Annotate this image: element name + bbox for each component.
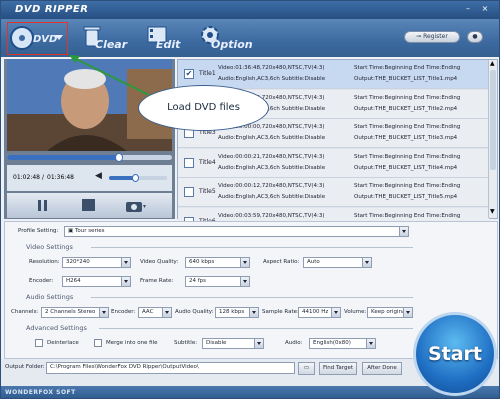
channels-select[interactable]: 2 Channels Stereo bbox=[41, 307, 109, 318]
deinterlace-label: Deinterlace bbox=[47, 340, 79, 346]
resolution-select[interactable]: 320*240 bbox=[62, 257, 131, 268]
video-settings-heading: Video Settings bbox=[26, 243, 73, 251]
encoder-select[interactable]: H264 bbox=[62, 276, 131, 287]
resolution-label: Resolution: bbox=[29, 259, 60, 265]
video-quality-select[interactable]: 640 kbps bbox=[185, 257, 250, 268]
audio-quality-label: Audio Quality: bbox=[175, 309, 214, 315]
subtitle-label: Subtitle: bbox=[174, 340, 198, 346]
encoder-label: Encoder: bbox=[29, 278, 54, 284]
channels-label: Channels: bbox=[11, 309, 39, 315]
app-window: DVD RIPPER – × DVD Clear Edit Option ⊸ R… bbox=[0, 0, 500, 399]
profile-icon: ▣ bbox=[68, 228, 75, 234]
frame-rate-select[interactable]: 24 fps bbox=[185, 276, 250, 287]
after-done-button[interactable]: After Done bbox=[362, 362, 402, 375]
merge-checkbox[interactable] bbox=[94, 339, 102, 347]
folder-icon: ▭ bbox=[303, 365, 310, 371]
callout-bubble: Load DVD files bbox=[138, 85, 269, 131]
audio-track-label: Audio: bbox=[285, 340, 303, 346]
footer-bar: WONDERFOX SOFT bbox=[1, 386, 499, 398]
aspect-ratio-label: Aspect Ratio: bbox=[263, 259, 300, 265]
frame-rate-label: Frame Rate: bbox=[140, 278, 174, 284]
start-button[interactable]: Start bbox=[413, 312, 497, 396]
advanced-settings-heading: Advanced Settings bbox=[26, 324, 87, 332]
audio-encoder-select[interactable]: AAC bbox=[138, 307, 172, 318]
output-folder-label: Output Folder: bbox=[5, 364, 45, 370]
sample-rate-label: Sample Rate: bbox=[262, 309, 299, 315]
profile-label: Profile Setting: bbox=[18, 228, 59, 234]
merge-label: Merge into one file bbox=[106, 340, 158, 346]
deinterlace-checkbox[interactable] bbox=[35, 339, 43, 347]
audio-encoder-label: Encoder: bbox=[111, 309, 136, 315]
browse-folder-button[interactable]: ▭ bbox=[298, 362, 315, 375]
video-quality-label: Video Quality: bbox=[140, 259, 179, 265]
output-folder-input[interactable]: C:\Program Files\WonderFox DVD Ripper\Ou… bbox=[46, 362, 295, 374]
callout-text: Load DVD files bbox=[167, 102, 240, 113]
sample-rate-select[interactable]: 44100 Hz bbox=[298, 307, 341, 318]
profile-select[interactable]: ▣ Tour series bbox=[64, 226, 409, 237]
brand-logo: WONDERFOX SOFT bbox=[5, 389, 76, 396]
aspect-ratio-select[interactable]: Auto bbox=[303, 257, 372, 268]
find-target-button[interactable]: Find Target bbox=[319, 362, 357, 375]
audio-track-select[interactable]: English(0x80) bbox=[309, 338, 376, 349]
subtitle-select[interactable]: Disable bbox=[202, 338, 264, 349]
audio-quality-select[interactable]: 128 kbps bbox=[215, 307, 259, 318]
volume-label: Volume: bbox=[344, 309, 367, 315]
audio-settings-heading: Audio Settings bbox=[26, 293, 74, 301]
volume-select[interactable]: Keep origina bbox=[367, 307, 413, 318]
